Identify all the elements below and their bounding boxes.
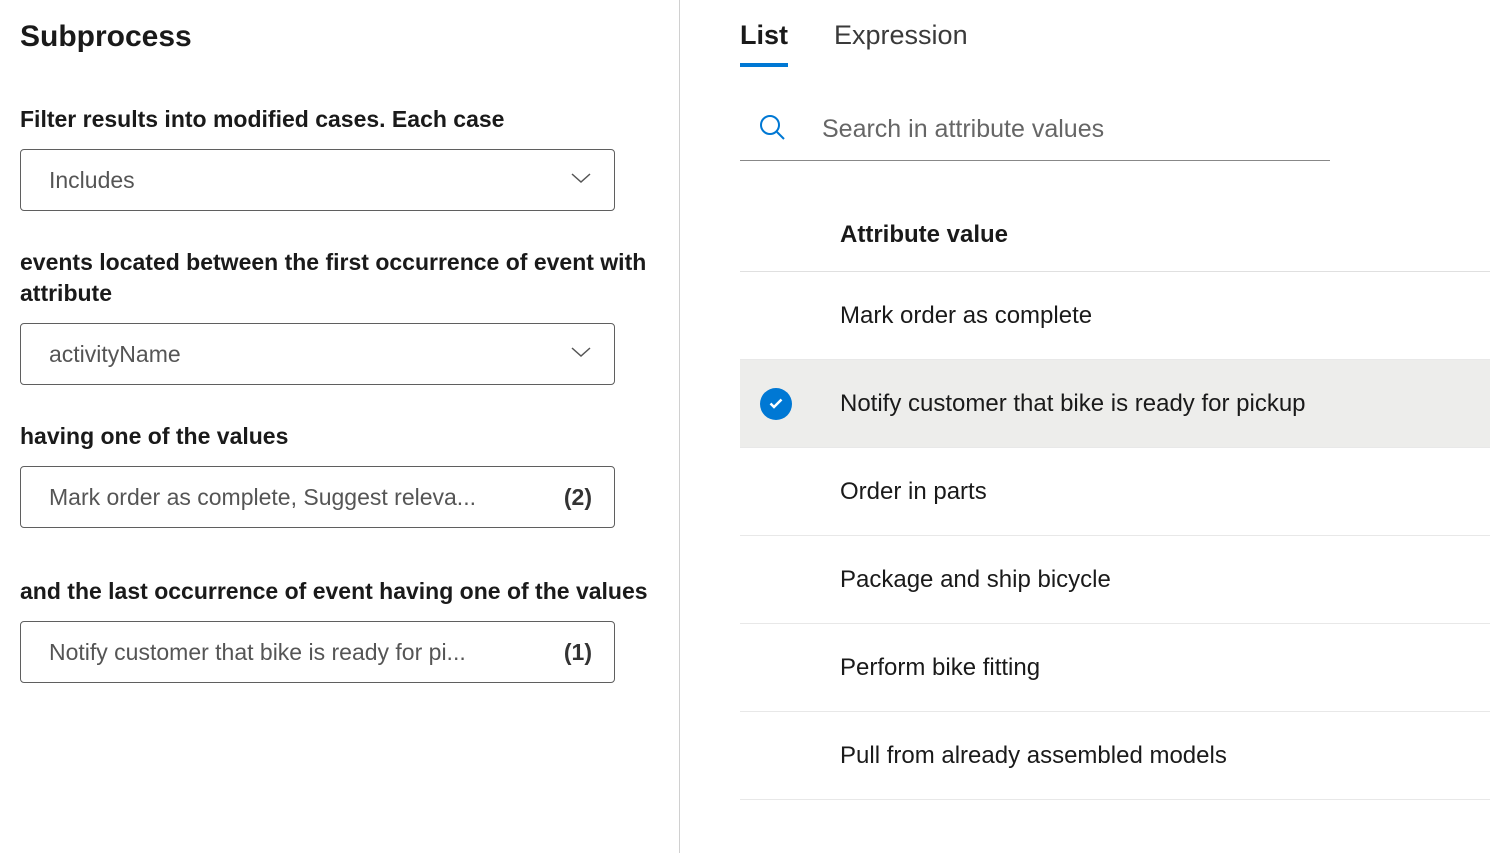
right-panel: List Expression Attribute value Mark orde… [680,0,1490,853]
attribute-header: Attribute value [740,221,1490,272]
left-panel: Subprocess Filter results into modified … [0,0,680,853]
events-select-value: activityName [49,341,181,368]
attribute-item[interactable]: Mark order as complete [740,272,1490,360]
attribute-item[interactable]: Package and ship bicycle [740,536,1490,624]
having-multiselect-count: (2) [564,484,592,511]
attribute-item-label: Order in parts [840,478,987,506]
attribute-item-label: Notify customer that bike is ready for p… [840,390,1306,418]
having-label: having one of the values [20,421,659,452]
filter-field-group: Filter results into modified cases. Each… [20,104,659,211]
search-icon [758,113,786,146]
having-multiselect-text: Mark order as complete, Suggest releva..… [49,484,554,511]
last-label: and the last occurrence of event having … [20,576,659,607]
events-field-group: events located between the first occurre… [20,247,659,385]
tab-expression[interactable]: Expression [834,20,968,67]
last-multiselect-text: Notify customer that bike is ready for p… [49,639,554,666]
last-multiselect[interactable]: Notify customer that bike is ready for p… [20,621,615,683]
tab-list[interactable]: List [740,20,788,67]
having-field-group: having one of the values Mark order as c… [20,421,659,528]
check-icon [760,388,792,420]
having-multiselect[interactable]: Mark order as complete, Suggest releva..… [20,466,615,528]
attribute-item-label: Package and ship bicycle [840,566,1111,594]
attribute-item-label: Perform bike fitting [840,654,1040,682]
last-multiselect-count: (1) [564,639,592,666]
last-field-group: and the last occurrence of event having … [20,576,659,683]
filter-select-value: Includes [49,167,135,194]
filter-label: Filter results into modified cases. Each… [20,104,659,135]
events-label: events located between the first occurre… [20,247,659,309]
attribute-item-label: Mark order as complete [840,302,1092,330]
attribute-item[interactable]: Perform bike fitting [740,624,1490,712]
filter-select[interactable]: Includes [20,149,615,211]
page-title: Subprocess [20,20,659,54]
attribute-item[interactable]: Notify customer that bike is ready for p… [740,360,1490,448]
attribute-list: Mark order as complete Notify customer th… [740,272,1490,800]
attribute-item-label: Pull from already assembled models [840,742,1227,770]
search-row [740,113,1330,161]
attribute-item[interactable]: Order in parts [740,448,1490,536]
chevron-down-icon [570,171,592,190]
chevron-down-icon [570,345,592,364]
events-select[interactable]: activityName [20,323,615,385]
attribute-item[interactable]: Pull from already assembled models [740,712,1490,800]
tabs: List Expression [740,20,1490,67]
search-input[interactable] [822,115,1330,144]
